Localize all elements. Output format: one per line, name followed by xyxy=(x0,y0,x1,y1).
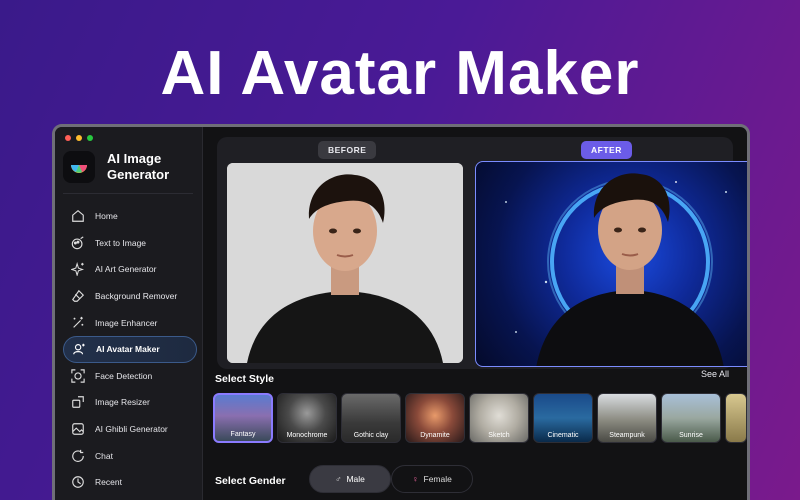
app-window: AI Image Generator Home Text to Image AI… xyxy=(52,124,750,500)
eraser-icon xyxy=(72,289,85,302)
gender-option-male[interactable]: ♂ Male xyxy=(309,465,391,493)
style-label: Monochrome xyxy=(286,432,328,439)
after-tag: AFTER xyxy=(581,141,632,159)
style-card-fantasy[interactable]: Fantasy xyxy=(213,393,273,443)
style-label: Cinematic xyxy=(547,432,579,439)
style-label: Sketch xyxy=(488,432,510,439)
sidebar-item-label: Chat xyxy=(95,450,113,461)
app-brand: AI Image Generator xyxy=(63,151,187,183)
style-label: Dynamite xyxy=(420,432,450,439)
style-card-cinematic[interactable]: Cinematic xyxy=(533,393,593,443)
before-photo xyxy=(227,163,463,363)
sidebar-item-recent[interactable]: Recent xyxy=(63,469,197,496)
before-after-comparison: BEFORE AFTER xyxy=(217,137,747,369)
sidebar-item-label: Image Resizer xyxy=(95,397,150,408)
select-style-title: Select Style xyxy=(215,373,274,385)
resize-icon xyxy=(72,396,84,409)
sidebar-item-chat[interactable]: Chat xyxy=(63,442,197,469)
style-card-steampunk[interactable]: Steampunk xyxy=(597,393,657,443)
gender-label: Female xyxy=(423,474,452,484)
style-label: Gothic clay xyxy=(353,432,389,439)
sidebar-item-background-remover[interactable]: Background Remover xyxy=(63,283,197,310)
sparkles-icon xyxy=(71,262,85,277)
sidebar-item-ai-avatar-maker[interactable]: AI Avatar Maker xyxy=(63,335,197,363)
sidebar-item-image-resizer[interactable]: Image Resizer xyxy=(63,389,197,416)
gender-label: Male xyxy=(346,474,365,484)
sidebar-item-label: Home xyxy=(95,211,118,222)
style-carousel: Fantasy Monochrome Gothic clay Dynamite … xyxy=(213,393,747,443)
sidebar-item-ai-art-generator[interactable]: AI Art Generator xyxy=(63,256,197,283)
sidebar-divider xyxy=(63,193,193,194)
maximize-window-button[interactable] xyxy=(87,135,93,141)
main-panel: BEFORE AFTER Select Style See All Fantas… xyxy=(203,127,747,500)
minimize-window-button[interactable] xyxy=(76,135,82,141)
sidebar-item-label: Image Enhancer xyxy=(95,317,158,328)
select-gender-title: Select Gender xyxy=(215,475,286,487)
female-symbol-icon: ♀ xyxy=(412,474,419,484)
style-card-sketch[interactable]: Sketch xyxy=(469,393,529,443)
style-card-dynamite[interactable]: Dynamite xyxy=(405,393,465,443)
style-label: Sunrise xyxy=(679,432,703,439)
gender-toggle: ♂ Male ♀ Female xyxy=(309,465,473,493)
close-window-button[interactable] xyxy=(65,135,71,141)
see-all-link[interactable]: See All xyxy=(701,369,729,379)
sidebar-item-label: AI Art Generator xyxy=(95,264,157,275)
app-name: AI Image Generator xyxy=(107,151,170,182)
style-card-monochrome[interactable]: Monochrome xyxy=(277,393,337,443)
magic-wand-icon xyxy=(73,316,84,328)
app-logo-icon xyxy=(63,151,95,183)
style-card-partial[interactable] xyxy=(725,393,747,443)
sidebar-item-label: Recent xyxy=(95,477,122,488)
before-tag: BEFORE xyxy=(318,141,377,159)
sidebar-item-image-enhancer[interactable]: Image Enhancer xyxy=(63,309,197,336)
face-scan-icon xyxy=(71,369,85,383)
sidebar-item-label: Background Remover xyxy=(95,291,178,302)
sidebar-nav: Home Text to Image AI Art Generator Back… xyxy=(63,203,197,496)
avatar-icon xyxy=(73,344,85,355)
style-card-gothic-clay[interactable]: Gothic clay xyxy=(341,393,401,443)
male-symbol-icon: ♂ xyxy=(335,474,342,484)
sidebar-item-text-to-image[interactable]: Text to Image xyxy=(63,230,197,257)
style-card-sunrise[interactable]: Sunrise xyxy=(661,393,721,443)
chat-icon xyxy=(72,449,84,462)
window-controls xyxy=(65,135,93,141)
sidebar-item-label: Face Detection xyxy=(95,370,153,381)
history-icon xyxy=(72,476,84,489)
sidebar-item-label: AI Ghibli Generator xyxy=(95,424,168,435)
sidebar-item-label: AI Avatar Maker xyxy=(96,344,160,355)
hero-title: AI Avatar Maker xyxy=(160,39,640,108)
ghibli-icon xyxy=(72,423,84,435)
sidebar-item-face-detection[interactable]: Face Detection xyxy=(63,363,197,390)
sidebar-item-label: Text to Image xyxy=(95,237,147,248)
text-image-icon xyxy=(71,236,84,250)
sidebar: AI Image Generator Home Text to Image AI… xyxy=(55,127,203,500)
style-label: Fantasy xyxy=(230,431,256,438)
gender-option-female[interactable]: ♀ Female xyxy=(391,465,473,493)
after-photo: ✦ xyxy=(475,161,747,367)
style-label: Steampunk xyxy=(609,432,645,439)
home-icon xyxy=(72,210,84,223)
sidebar-item-ai-ghibli-generator[interactable]: AI Ghibli Generator xyxy=(63,416,197,443)
sidebar-item-home[interactable]: Home xyxy=(63,203,197,230)
